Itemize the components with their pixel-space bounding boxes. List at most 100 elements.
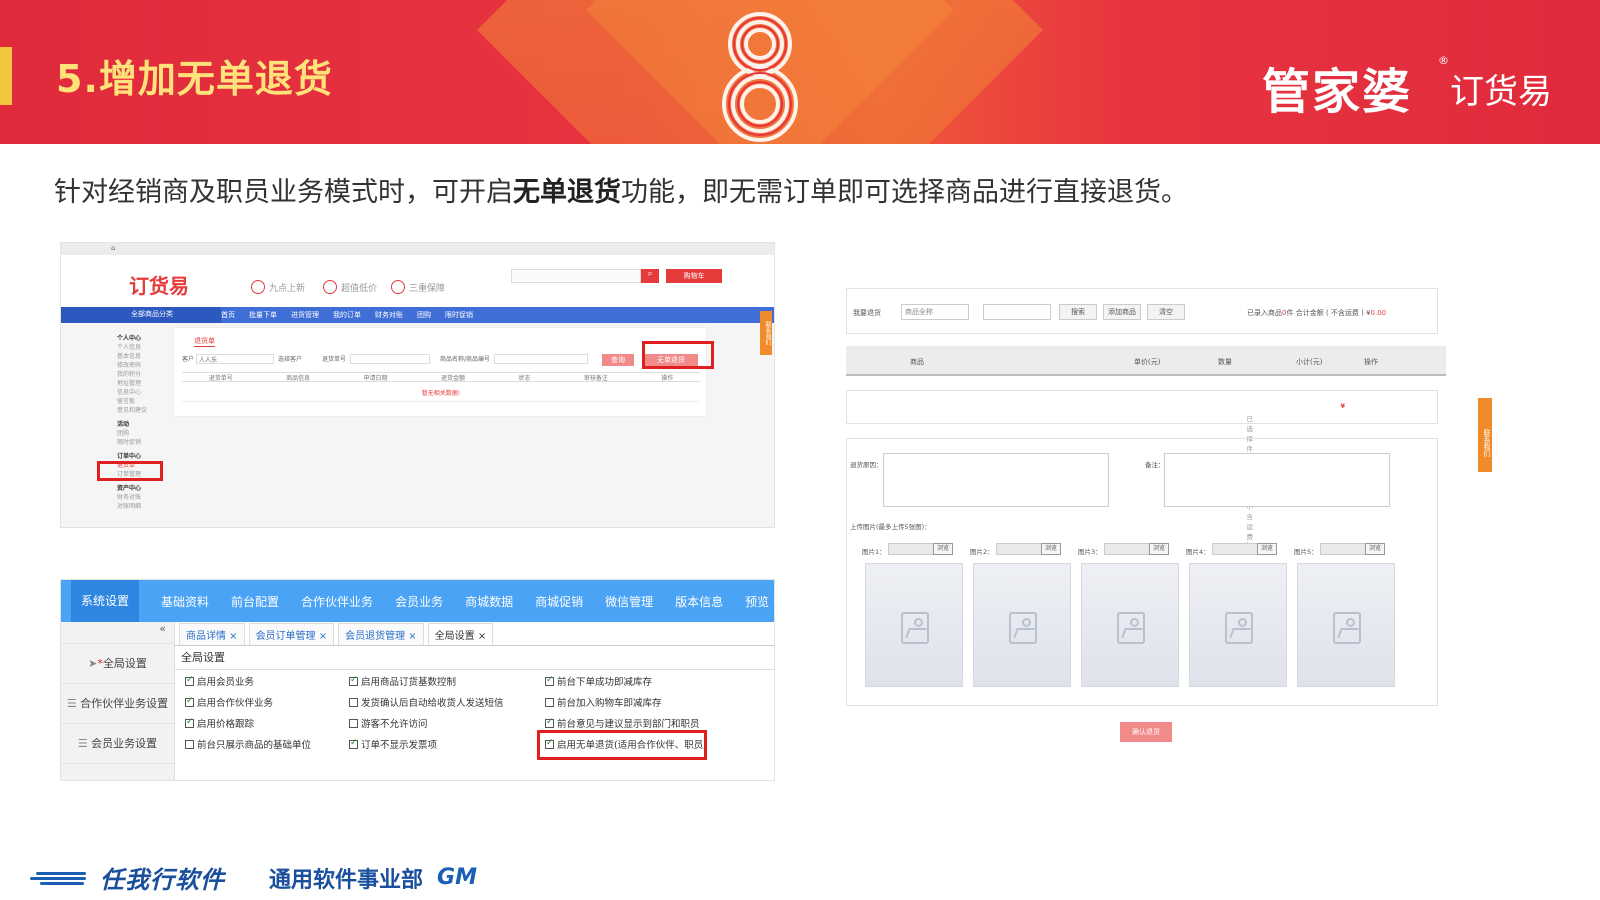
- sidebar-item[interactable]: 信息中心: [117, 388, 177, 397]
- product-code-input[interactable]: [983, 304, 1051, 320]
- option-label: 前台下单成功即减库存: [557, 677, 653, 688]
- intro-part-1: 针对经销商及职员业务模式时，可开启: [54, 177, 513, 208]
- return-no-field[interactable]: [350, 354, 430, 364]
- nav-item[interactable]: 首页: [221, 310, 235, 320]
- sidebar-item[interactable]: 个人信息: [117, 343, 177, 352]
- tab-global-settings[interactable]: 全局设置 ×: [427, 623, 494, 645]
- nav-item[interactable]: 财务对账: [375, 310, 403, 320]
- sidebar-item[interactable]: 地址管理: [117, 379, 177, 388]
- mall-logo[interactable]: 订货易: [129, 270, 189, 299]
- reason-textarea[interactable]: [883, 453, 1109, 507]
- search-button[interactable]: 搜索: [1059, 304, 1097, 320]
- menu-item[interactable]: 会员业务: [395, 593, 443, 610]
- option-invoice[interactable]: 订单不显示发票项: [349, 737, 437, 751]
- browse-button[interactable]: 浏览: [1257, 543, 1277, 555]
- checkbox[interactable]: [185, 675, 194, 686]
- menu-item[interactable]: 预览: [745, 593, 769, 610]
- cart-button[interactable]: 购物车: [666, 269, 722, 283]
- sidebar-item[interactable]: 团购: [117, 429, 177, 438]
- option-feedback[interactable]: 前台意见与建议显示到部门和职员: [545, 716, 700, 730]
- option-sms[interactable]: 发货确认后自动给收货人发送短信: [349, 695, 504, 709]
- image-placeholder[interactable]: [1297, 563, 1395, 687]
- checkbox[interactable]: [349, 738, 358, 749]
- contact-float-button[interactable]: 联系我们: [760, 311, 772, 355]
- browse-button[interactable]: 浏览: [1365, 543, 1385, 555]
- menu-item[interactable]: 版本信息: [675, 593, 723, 610]
- customer-field[interactable]: 人人乐: [196, 354, 274, 364]
- checkbox[interactable]: [349, 719, 358, 728]
- home-icon[interactable]: ⌂: [111, 244, 115, 252]
- tab-product-detail[interactable]: 商品详情 ×: [179, 623, 245, 645]
- nav-item[interactable]: 进货管理: [291, 310, 319, 320]
- sidebar-item-partner[interactable]: ☰ 合作伙伴业务设置: [61, 684, 174, 724]
- browse-button[interactable]: 浏览: [933, 543, 953, 555]
- sidebar-item-global[interactable]: ➤*全局设置: [61, 644, 174, 684]
- nav-item[interactable]: 团购: [417, 310, 431, 320]
- image-path-input[interactable]: [888, 543, 936, 555]
- tab-return-order[interactable]: 退货单: [194, 336, 215, 347]
- column-header: 退货金额: [440, 375, 465, 382]
- remark-textarea[interactable]: [1164, 453, 1390, 507]
- option-price-tracking[interactable]: 启用价格跟踪: [185, 716, 254, 730]
- product-name-input[interactable]: 商品全称: [901, 304, 969, 320]
- option-base-unit[interactable]: 前台只展示商品的基础单位: [185, 737, 311, 751]
- sidebar-item[interactable]: 财务对账: [117, 493, 177, 502]
- checkbox[interactable]: [185, 717, 194, 728]
- image-placeholder[interactable]: [865, 563, 963, 687]
- search-button[interactable]: 查询: [602, 354, 634, 366]
- image-placeholder[interactable]: [1189, 563, 1287, 687]
- option-cart-stock[interactable]: 前台加入购物车即减库存: [545, 695, 662, 709]
- option-partner-business[interactable]: 启用合作伙伴业务: [185, 695, 273, 709]
- sidebar-item[interactable]: 我的积分: [117, 370, 177, 379]
- tab-member-orders[interactable]: 会员订单管理 ×: [248, 623, 335, 645]
- checkbox[interactable]: [349, 698, 358, 707]
- sidebar-group-title: 资产中心: [117, 485, 142, 492]
- clear-button[interactable]: 清空: [1147, 304, 1185, 320]
- menu-item[interactable]: 前台配置: [231, 593, 279, 610]
- contact-float-button[interactable]: 联系我们: [1478, 398, 1492, 472]
- mall-search-input[interactable]: [511, 269, 641, 283]
- select-customer-button[interactable]: 选择客户: [278, 354, 302, 363]
- sidebar-item[interactable]: 限时促销: [117, 438, 177, 447]
- menu-item[interactable]: 系统设置: [71, 580, 140, 622]
- sidebar-item[interactable]: 意见和建议: [117, 406, 177, 415]
- menu-item[interactable]: 基础资料: [161, 593, 209, 610]
- menu-item[interactable]: 微信管理: [605, 593, 653, 610]
- confirm-return-button[interactable]: 确认退货: [1120, 722, 1172, 742]
- nav-item[interactable]: 限时促销: [445, 310, 473, 320]
- checkbox[interactable]: [545, 717, 554, 728]
- menu-item[interactable]: 商城促销: [535, 593, 583, 610]
- nav-item[interactable]: 我的订单: [333, 310, 361, 320]
- checkbox[interactable]: [545, 675, 554, 686]
- image-path-input[interactable]: [1104, 543, 1152, 555]
- checkbox[interactable]: [349, 675, 358, 686]
- category-menu[interactable]: 全部商品分类: [61, 307, 221, 323]
- option-member-business[interactable]: 启用会员业务: [185, 674, 254, 688]
- search-icon[interactable]: ⌕: [641, 269, 659, 283]
- option-order-base[interactable]: 启用商品订货基数控制: [349, 674, 456, 688]
- sidebar-item[interactable]: 留言板: [117, 397, 177, 406]
- sidebar-item[interactable]: 对账明细: [117, 502, 177, 511]
- image-placeholder[interactable]: [1081, 563, 1179, 687]
- product-field[interactable]: [494, 354, 588, 364]
- menu-item[interactable]: 商城数据: [465, 593, 513, 610]
- sidebar-item[interactable]: 基本信息: [117, 352, 177, 361]
- checkbox[interactable]: [545, 698, 554, 707]
- browse-button[interactable]: 浏览: [1149, 543, 1169, 555]
- image-path-input[interactable]: [1320, 543, 1368, 555]
- sidebar-item-member[interactable]: ☰ 会员业务设置: [61, 724, 174, 764]
- image-path-input[interactable]: [1212, 543, 1260, 555]
- sidebar-item[interactable]: 修改密码: [117, 361, 177, 370]
- menu-item[interactable]: 合作伙伴业务: [301, 593, 373, 610]
- browse-button[interactable]: 浏览: [1041, 543, 1061, 555]
- option-guest-access[interactable]: 游客不允许访问: [349, 716, 428, 730]
- tab-member-returns[interactable]: 会员退货管理 ×: [338, 623, 424, 645]
- checkbox[interactable]: [185, 740, 194, 749]
- option-order-stock[interactable]: 前台下单成功即减库存: [545, 674, 652, 688]
- checkbox[interactable]: [185, 696, 194, 707]
- collapse-icon[interactable]: «: [61, 622, 174, 644]
- nav-item[interactable]: 批量下单: [249, 310, 277, 320]
- add-product-button[interactable]: 添加商品: [1103, 304, 1141, 320]
- image-path-input[interactable]: [996, 543, 1044, 555]
- image-placeholder[interactable]: [973, 563, 1071, 687]
